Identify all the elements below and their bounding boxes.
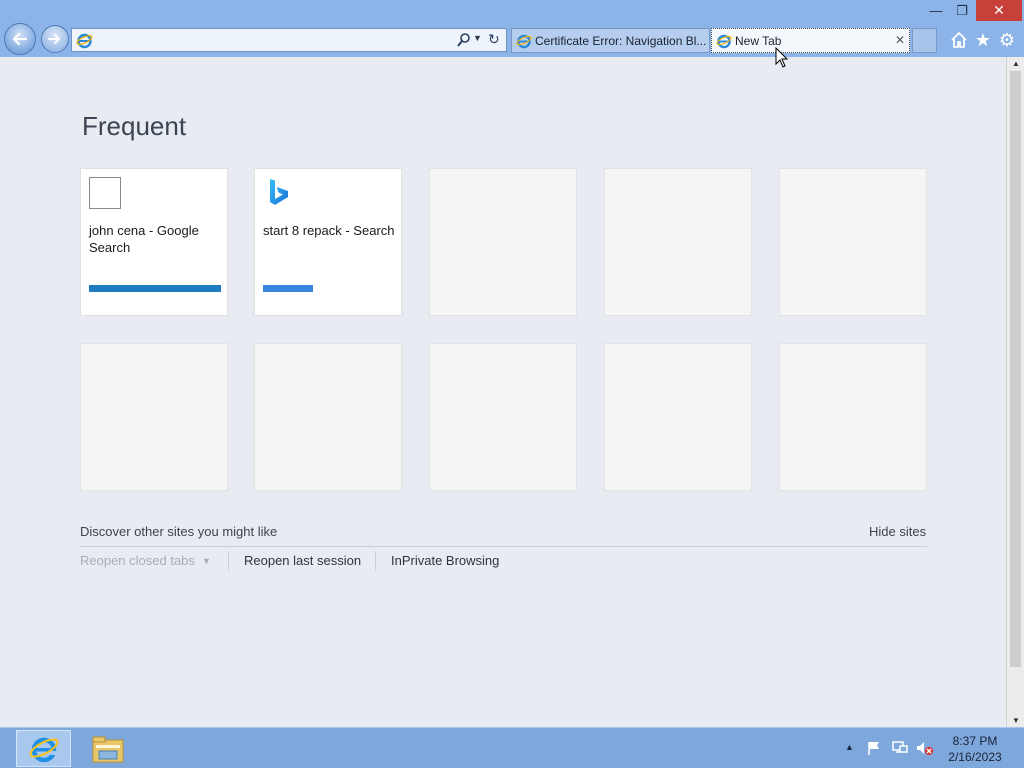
reopen-closed-tabs-link: Reopen closed tabs [80,553,195,568]
scroll-up-arrow-icon[interactable]: ▲ [1007,59,1024,68]
tile-empty [604,343,752,491]
blank-favicon-icon [89,177,121,209]
address-bar[interactable]: ▼ ↻ [71,28,507,52]
taskbar: ▲ 8:37 PM 2/16/2023 [0,727,1024,768]
gear-icon: ⚙ [998,29,1016,50]
taskbar-internet-explorer[interactable] [16,730,71,767]
tile-empty [429,168,577,316]
ie-page-icon [516,34,532,48]
tile-frequent-site[interactable]: john cena - Google Search [80,168,228,316]
tab-certificate-error[interactable]: Certificate Error: Navigation Bl... [511,28,710,53]
network-icon[interactable] [891,740,909,756]
browser-chrome: — ❐ ✕ ▼ ↻ Certificate Error: Navigation … [0,0,1024,57]
refresh-icon[interactable]: ↻ [488,31,500,48]
new-tab-page: Frequent john cena - Google Search start… [0,57,1006,727]
tile-frequent-site[interactable]: start 8 repack - Search [254,168,402,316]
internet-explorer-icon [29,737,58,762]
tile-empty [779,168,927,316]
volume-muted-icon[interactable] [915,740,935,756]
taskbar-file-explorer[interactable] [82,730,134,767]
tile-empty [429,343,577,491]
address-input[interactable] [98,31,458,49]
tile-title: start 8 repack - Search [263,223,395,238]
action-center-flag-icon[interactable] [866,740,882,756]
favorites-button[interactable]: ★ [973,30,993,50]
vertical-scrollbar[interactable]: ▲ ▼ [1006,57,1024,727]
divider [80,546,927,547]
page-title: Frequent [82,111,187,141]
restore-button[interactable]: ❐ [950,0,974,21]
search-icon[interactable] [456,32,472,48]
home-button[interactable] [949,30,969,50]
hide-sites-link[interactable]: Hide sites [869,524,926,539]
chevron-down-icon[interactable]: ▼ [473,33,482,43]
tab-new-tab[interactable]: New Tab ✕ [711,28,910,53]
new-tab-button[interactable] [912,28,937,53]
tile-empty [779,343,927,491]
show-hidden-icons-arrow-icon[interactable]: ▲ [845,742,854,752]
ie-page-icon [76,33,93,49]
close-window-button[interactable]: ✕ [976,0,1022,21]
forward-button[interactable] [41,25,69,53]
separator [375,551,376,571]
scroll-thumb[interactable] [1010,71,1021,667]
clock-time[interactable]: 8:37 PM [945,734,1005,748]
ie-page-icon [716,34,732,48]
back-button[interactable] [4,23,36,55]
discover-sites-link[interactable]: Discover other sites you might like [80,524,277,539]
tile-title: john cena - Google Search [89,223,199,255]
clock-date[interactable]: 2/16/2023 [945,750,1005,764]
inprivate-browsing-link[interactable]: InPrivate Browsing [391,553,499,568]
home-icon [951,32,967,48]
scroll-down-arrow-icon[interactable]: ▼ [1007,716,1024,725]
back-arrow-icon [12,32,28,46]
minimize-button[interactable]: — [922,0,950,21]
star-icon: ★ [974,29,992,50]
chevron-down-icon: ▼ [202,556,211,566]
forward-arrow-icon [48,34,60,44]
close-tab-icon[interactable]: ✕ [895,33,905,47]
tab-label: New Tab [735,33,782,48]
usage-bar [89,285,221,292]
tile-empty [80,343,228,491]
folder-icon [92,736,124,762]
bing-logo-icon [270,179,288,205]
separator [228,551,229,571]
usage-bar [263,285,313,292]
tile-empty [604,168,752,316]
reopen-last-session-link[interactable]: Reopen last session [244,553,361,568]
tile-empty [254,343,402,491]
mouse-cursor-icon [775,47,789,68]
tab-label: Certificate Error: Navigation Bl... [535,33,707,48]
tools-button[interactable]: ⚙ [997,30,1017,50]
